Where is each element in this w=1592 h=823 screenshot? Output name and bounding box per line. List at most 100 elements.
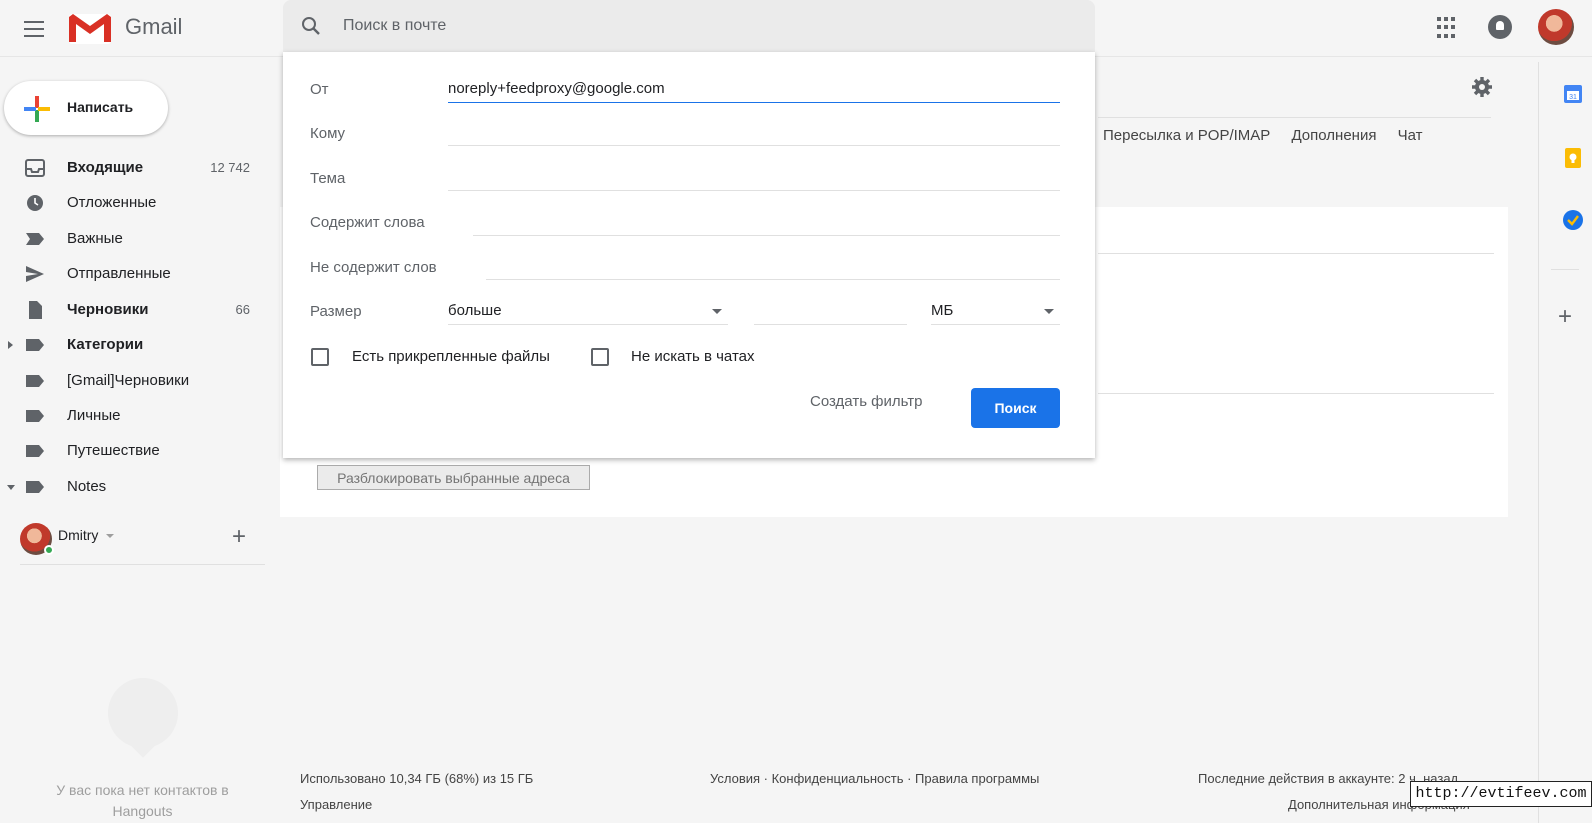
label-icon [26,339,44,351]
gmail-brand: Gmail [125,14,183,39]
compose-button[interactable]: Написать [4,81,168,135]
sidebar-item-personal[interactable]: Личные [0,399,270,433]
apps-icon[interactable] [1437,17,1459,39]
draft-icon [29,301,42,319]
send-icon [26,266,44,282]
subject-label: Тема [310,170,346,187]
no-chats-checkbox[interactable] [591,348,609,366]
online-status-icon [44,545,54,555]
no-chats-label: Не искать в чатах [631,348,755,365]
compose-plus-icon [24,96,50,122]
account-avatar[interactable] [1538,9,1574,45]
has-words-label: Содержит слова [310,214,425,231]
get-addons-icon[interactable]: + [1558,303,1572,331]
top-bar: Gmail [0,0,1592,57]
subject-field[interactable] [448,163,1060,191]
sidebar-item-snoozed[interactable]: Отложенные [0,186,270,220]
sidebar-item-label: Отправленные [67,265,171,282]
sidebar-item-count: 12 742 [210,160,250,175]
search-bar [283,0,1095,52]
size-value-field[interactable] [754,297,907,325]
manage-storage-link[interactable]: Управление [300,797,372,812]
sidebar-item-count: 66 [235,302,250,317]
sidebar-item-travel[interactable]: Путешествие [0,434,270,468]
sidebar-item-label: Отложенные [67,194,157,211]
sidebar-item-sent[interactable]: Отправленные [0,257,270,291]
size-unit-value: МБ [931,302,954,319]
sidebar-item-label: [Gmail]Черновики [67,372,190,389]
important-icon [26,233,44,245]
gmail-logo[interactable] [67,10,113,46]
tab-forwarding[interactable]: Пересылка и POP/IMAP [1103,127,1270,144]
has-attachment-label: Есть прикрепленные файлы [352,348,550,365]
add-contact-icon[interactable]: + [232,525,246,549]
content-divider [1098,393,1494,394]
keep-icon[interactable] [1562,147,1584,169]
tab-addons[interactable]: Дополнения [1291,127,1376,144]
sidebar-item-important[interactable]: Важные [0,222,270,256]
footer-links[interactable]: Условия · Конфиденциальность · Правила п… [710,771,1039,786]
svg-text:31: 31 [1569,94,1577,101]
clock-icon [27,195,43,211]
inbox-icon [25,159,45,177]
search-button[interactable]: Поиск [971,388,1060,428]
content-divider [1098,253,1494,254]
sidebar-item-label: Личные [67,407,121,424]
size-operator-select[interactable]: больше [448,297,728,325]
search-icon[interactable] [299,14,323,38]
notifications-icon[interactable] [1488,15,1512,39]
sidebar-item-gmail-drafts[interactable]: [Gmail]Черновики [0,364,270,398]
hangouts-user-name[interactable]: Dmitry [58,527,98,543]
sidebar-item-notes[interactable]: Notes [0,470,270,504]
compose-label: Написать [67,99,134,115]
sidebar-item-inbox[interactable]: Входящие 12 742 [0,151,270,185]
chevron-down-icon [1044,309,1054,314]
label-icon [26,445,44,457]
sidebar-item-label: Черновики [67,301,149,318]
collapse-arrow-icon[interactable] [7,485,15,490]
main-menu-icon[interactable] [20,16,50,40]
unblock-button[interactable]: Разблокировать выбранные адреса [317,465,590,490]
sidebar-item-categories[interactable]: Категории [0,328,270,362]
advanced-search-panel: От Кому Тема Содержит слова Не содержит … [283,52,1095,458]
sidebar-item-label: Входящие [67,159,144,176]
sidebar-item-label: Категории [67,336,144,353]
sidebar-divider [20,564,265,565]
header-divider [1098,117,1491,118]
tab-chat[interactable]: Чат [1398,127,1423,144]
to-field[interactable] [448,118,1060,146]
watermark: http://evtifeev.com [1410,781,1592,807]
sidebar-item-drafts[interactable]: Черновики 66 [0,293,270,327]
sidebar-item-label: Путешествие [67,442,160,459]
from-field[interactable] [448,75,1060,103]
from-label: От [310,81,329,98]
storage-usage: Использовано 10,34 ГБ (68%) из 15 ГБ [300,771,534,786]
to-label: Кому [310,125,346,142]
hangouts-user: Dmitry + [20,523,270,563]
search-input[interactable] [343,12,1043,40]
side-panel-divider [1551,269,1579,270]
has-attachment-checkbox[interactable] [311,348,329,366]
chevron-down-icon [712,309,722,314]
size-label: Размер [310,303,362,320]
sidebar-item-label: Важные [67,230,123,247]
label-icon [26,481,44,493]
has-words-field[interactable] [473,208,1060,236]
size-operator-value: больше [448,302,502,319]
hangouts-icon [108,678,178,748]
no-words-label: Не содержит слов [310,259,437,276]
calendar-icon[interactable]: 31 [1562,83,1584,105]
side-panel [1538,62,1592,823]
size-unit-select[interactable]: МБ [931,297,1060,325]
label-icon [26,410,44,422]
tasks-icon[interactable] [1562,209,1584,231]
label-icon [26,375,44,387]
settings-tabs: Пересылка и POP/IMAP Дополнения Чат [1103,127,1440,144]
chevron-down-icon[interactable] [106,534,114,538]
expand-arrow-icon[interactable] [8,341,13,349]
hangouts-empty-text: У вас пока нет контактов в Hangouts [56,782,229,819]
sidebar-item-label: Notes [67,478,107,495]
gear-icon[interactable] [1471,76,1493,98]
create-filter-link[interactable]: Создать фильтр [810,393,923,410]
no-words-field[interactable] [486,252,1060,280]
